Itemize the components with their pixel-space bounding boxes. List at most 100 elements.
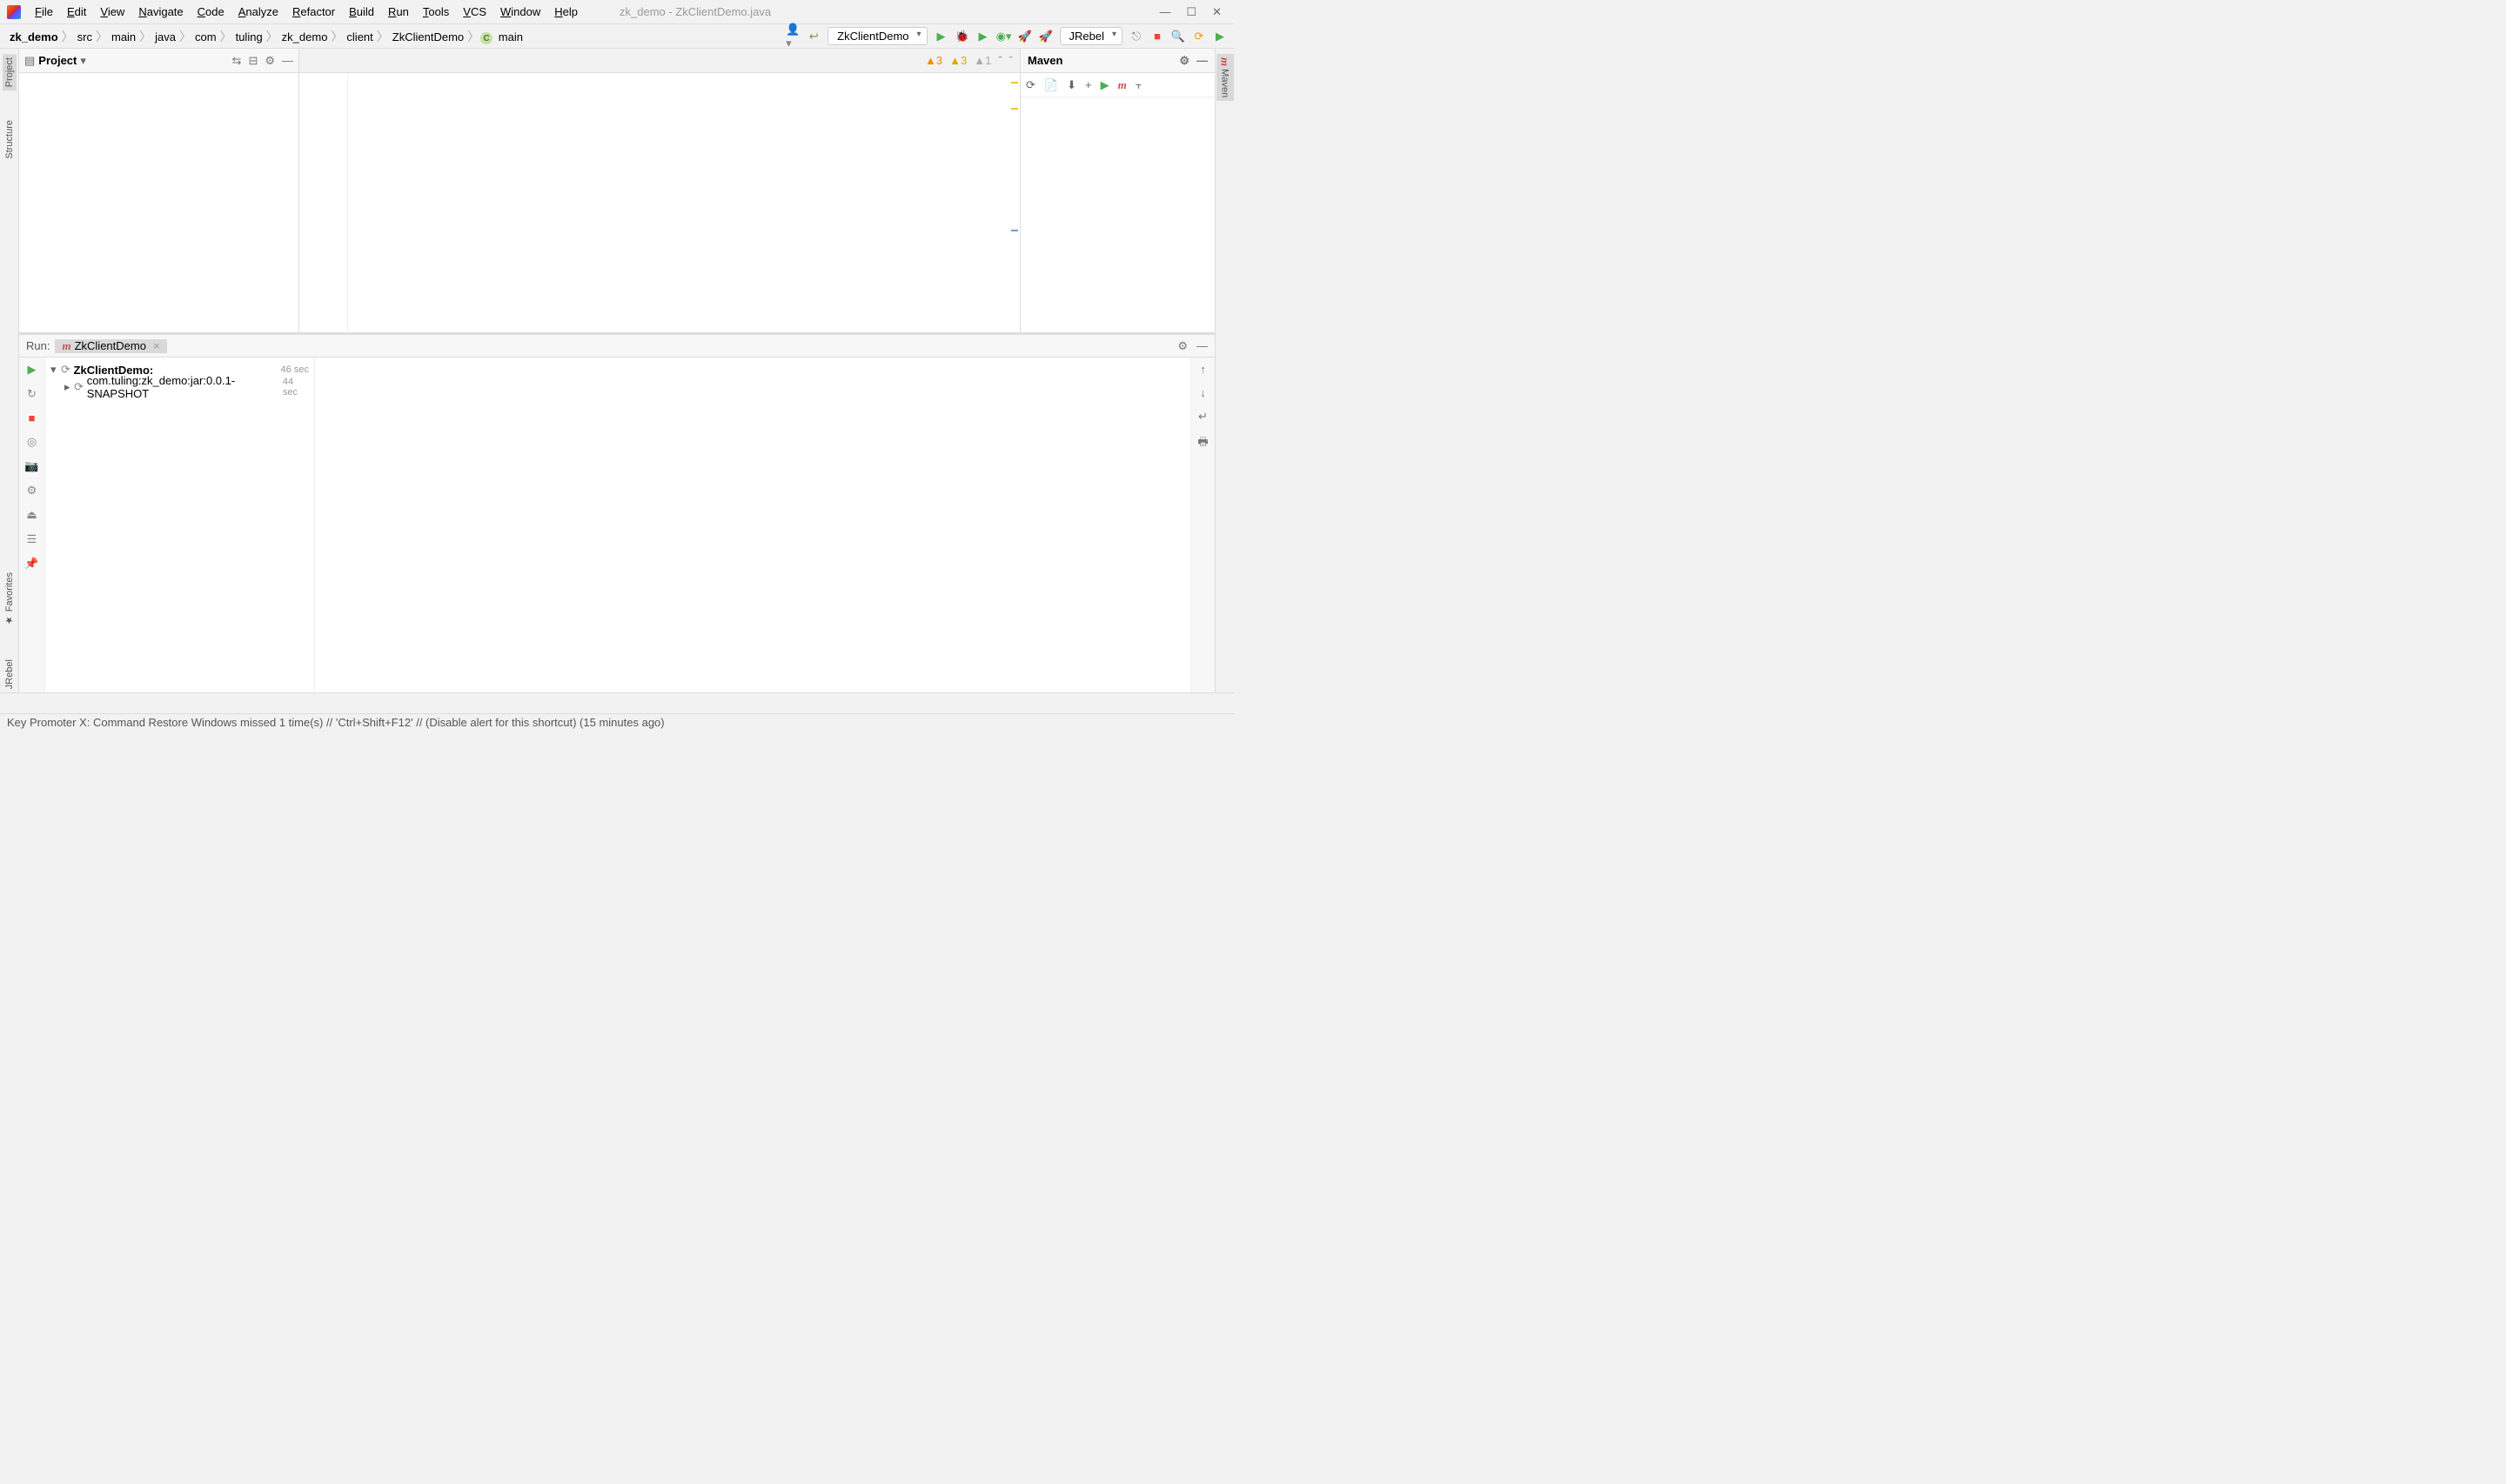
run-icon[interactable]: ▶ — [935, 30, 948, 43]
weak-warning-indicator[interactable]: ▲1 — [974, 54, 991, 67]
expand-down-icon[interactable]: ˇ — [1009, 54, 1013, 67]
warning-indicator[interactable]: ▲3 — [949, 54, 967, 67]
select-opened-icon[interactable]: ⇆ — [232, 54, 242, 68]
error-indicator[interactable]: ▲3 — [925, 54, 942, 67]
print-icon[interactable]: 🖶 — [1197, 434, 1208, 453]
scroll-top-icon[interactable]: ↑ — [1200, 363, 1206, 376]
run-tool-window: Run: mZkClientDemo× ⚙ — ▶ ↻ ■ ◎ 📷 ⚙ — [19, 332, 1215, 692]
generate-icon[interactable]: 📄 — [1044, 78, 1058, 92]
layout-icon[interactable]: ⚙ — [27, 484, 37, 498]
project-panel-title: Project — [35, 54, 77, 67]
jrebel-run-icon[interactable]: 🚀 — [1018, 30, 1032, 43]
exit-icon[interactable]: ⏏ — [26, 508, 37, 522]
menu-run[interactable]: Run — [381, 3, 416, 21]
rerun-failed-icon[interactable]: ↻ — [27, 387, 37, 401]
run-goal-icon[interactable]: ▶ — [1101, 78, 1109, 92]
maven-tool-tab[interactable]: m Maven — [1216, 54, 1234, 101]
download-icon[interactable]: ⬇ — [1067, 78, 1076, 92]
user-icon[interactable]: 👤▾ — [786, 30, 800, 43]
jrebel-debug-icon[interactable]: 🚀 — [1039, 30, 1053, 43]
crumb-com[interactable]: com — [192, 30, 219, 43]
toggle-icon[interactable]: ⫟ — [1136, 78, 1142, 92]
crumb-main[interactable]: main — [496, 30, 526, 43]
crumb-java[interactable]: java — [152, 30, 178, 43]
debug-icon[interactable]: 🐞 — [955, 30, 969, 43]
collapse-icon[interactable]: ⊟ — [248, 54, 258, 68]
crumb-client[interactable]: client — [344, 30, 375, 43]
hide-icon[interactable]: — — [282, 54, 293, 68]
console-toolbar: ↑ ↓ ↵ 🖶 — [1190, 358, 1215, 692]
jrebel-tool-tab[interactable]: JRebel — [3, 656, 17, 692]
maven-m-icon[interactable]: m — [1118, 78, 1127, 92]
window-title: zk_demo - ZkClientDemo.java — [620, 5, 771, 18]
run-tree[interactable]: ▾⟳ ZkClientDemo:46 sec ▸⟳ com.tuling:zk_… — [45, 358, 315, 692]
menu-tools[interactable]: Tools — [416, 3, 456, 21]
back-icon[interactable]: ↩ — [807, 30, 821, 43]
maven-panel-title: Maven — [1028, 54, 1062, 67]
favorites-tool-tab[interactable]: ★ Favorites — [2, 569, 17, 629]
stop-run-icon[interactable]: ■ — [29, 411, 36, 424]
menu-help[interactable]: Help — [547, 3, 585, 21]
menu-navigate[interactable]: Navigate — [131, 3, 190, 21]
editor-gutter[interactable] — [299, 73, 348, 332]
reload-icon[interactable]: ⟳ — [1026, 78, 1035, 92]
run-config-selector[interactable]: ZkClientDemo — [828, 27, 927, 45]
add-icon[interactable]: + — [1085, 78, 1092, 91]
project-dropdown-icon[interactable]: ▤ — [24, 54, 35, 68]
menu-file[interactable]: File — [28, 3, 60, 21]
run-hide-icon[interactable]: — — [1188, 339, 1208, 352]
project-tool-tab[interactable]: Project — [3, 54, 17, 90]
menu-edit[interactable]: Edit — [60, 3, 93, 21]
crumb-ZkClientDemo[interactable]: ZkClientDemo — [390, 30, 466, 43]
menu-vcs[interactable]: VCS — [456, 3, 493, 21]
dump-icon[interactable]: 📷 — [24, 459, 38, 473]
list-icon[interactable]: ☰ — [27, 532, 37, 546]
scroll-bottom-icon[interactable]: ↓ — [1200, 386, 1206, 399]
run-tab[interactable]: mZkClientDemo× — [55, 339, 166, 353]
menu-view[interactable]: View — [93, 3, 131, 21]
soft-wrap-icon[interactable]: ↵ — [1198, 410, 1208, 424]
sync-icon[interactable]: ⟳ — [1192, 30, 1206, 43]
menu-analyze[interactable]: Analyze — [231, 3, 285, 21]
breadcrumbs[interactable]: zk_demo〉src〉main〉java〉com〉tuling〉zk_demo… — [7, 28, 526, 45]
minimize-icon[interactable]: — — [1159, 5, 1170, 19]
stop-icon[interactable]: ■ — [1150, 30, 1164, 43]
maven-tree[interactable] — [1021, 97, 1215, 332]
menu-code[interactable]: Code — [191, 3, 231, 21]
profile-icon[interactable]: ◉▾ — [997, 30, 1011, 43]
maven-toolbar: ⟳ 📄 ⬇ + ▶ m ⫟ — [1021, 73, 1215, 97]
crumb-zk_demo[interactable]: zk_demo — [7, 30, 61, 43]
menu-build[interactable]: Build — [342, 3, 381, 21]
coverage-icon[interactable]: ▶ — [976, 30, 990, 43]
code-content[interactable] — [348, 73, 1020, 332]
rerun-icon[interactable]: ▶ — [28, 363, 37, 377]
maven-gear-icon[interactable]: ⚙ — [1179, 54, 1189, 68]
attach-icon[interactable]: ⎋ — [1129, 30, 1143, 43]
expand-up-icon[interactable]: ˆ — [998, 54, 1002, 67]
play2-icon[interactable]: ▶ — [1213, 30, 1227, 43]
status-bar: Key Promoter X: Command Restore Windows … — [0, 713, 1234, 731]
console-output[interactable] — [315, 358, 1190, 692]
watch-icon[interactable]: ◎ — [27, 435, 37, 449]
menu-window[interactable]: Window — [493, 3, 547, 21]
left-tool-gutter: Project Structure ★ Favorites JRebel — [0, 49, 19, 692]
project-panel: ▤ Project ▾ ⇆ ⊟ ⚙ — — [19, 49, 299, 332]
maximize-icon[interactable]: ☐ — [1186, 5, 1196, 19]
pin-icon[interactable]: 📌 — [24, 557, 38, 571]
crumb-tuling[interactable]: tuling — [233, 30, 265, 43]
dropdown-icon[interactable]: ▾ — [77, 54, 86, 68]
maven-hide-icon[interactable]: — — [1189, 54, 1208, 67]
crumb-zk_demo[interactable]: zk_demo — [279, 30, 331, 43]
run-gear-icon[interactable]: ⚙ — [1177, 339, 1188, 353]
project-tree[interactable] — [19, 73, 298, 332]
search-icon[interactable]: 🔍 — [1171, 30, 1185, 43]
menu-refactor[interactable]: Refactor — [285, 3, 342, 21]
editor-tabs: ▲3 ▲3 ▲1 ˆ ˇ — [299, 49, 1020, 73]
structure-tool-tab[interactable]: Structure — [3, 117, 17, 163]
settings-icon[interactable]: ⚙ — [265, 54, 275, 68]
crumb-src[interactable]: src — [75, 30, 95, 43]
crumb-main[interactable]: main — [109, 30, 138, 43]
jrebel-selector[interactable]: JRebel — [1060, 27, 1122, 45]
menu-bar: FileEditViewNavigateCodeAnalyzeRefactorB… — [0, 0, 1234, 24]
close-icon[interactable]: ✕ — [1212, 5, 1222, 19]
